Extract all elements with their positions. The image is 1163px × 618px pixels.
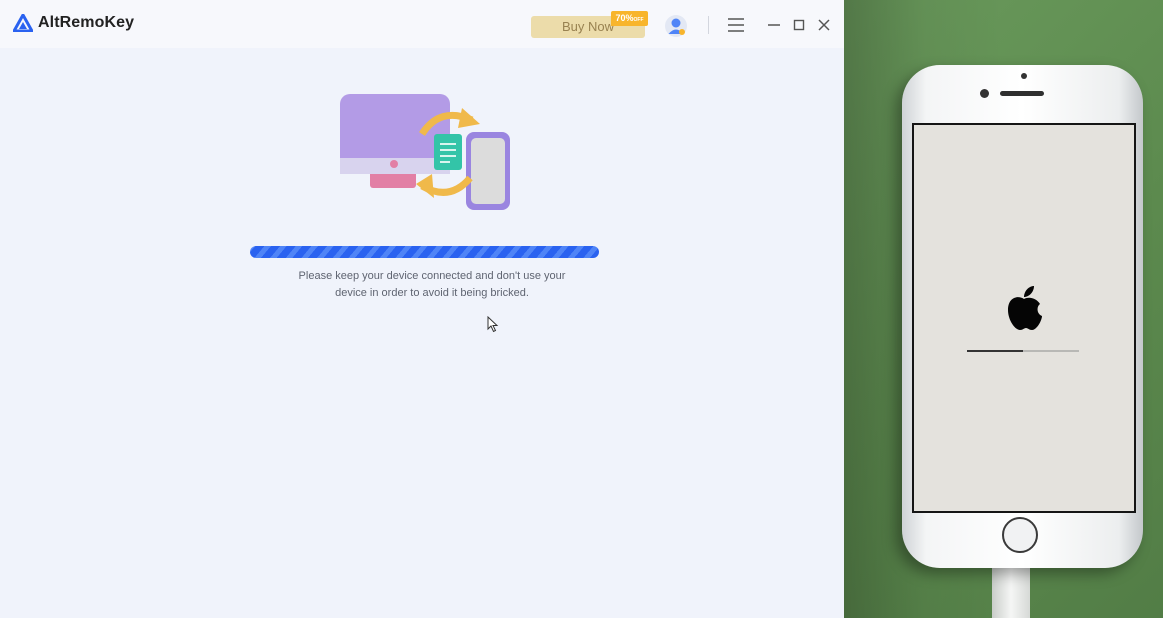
- menu-icon[interactable]: [725, 14, 747, 36]
- status-message-line-2: device in order to avoid it being bricke…: [335, 287, 529, 299]
- discount-value: 70%: [615, 13, 634, 23]
- discount-badge: 70%OFF: [611, 11, 648, 26]
- phone-photo: [844, 0, 1163, 618]
- logo-icon: [13, 14, 33, 32]
- minimize-icon[interactable]: [763, 14, 785, 36]
- discount-suffix: OFF: [633, 17, 644, 23]
- earpiece-speaker: [1000, 91, 1044, 96]
- front-camera: [980, 89, 989, 98]
- progress-bar: [250, 246, 599, 258]
- mouse-cursor-icon: [487, 316, 499, 333]
- status-message: Please keep your device connected and do…: [282, 268, 582, 302]
- close-icon[interactable]: [813, 14, 835, 36]
- app-window: AltRemoKey Buy Now 70%OFF Please keep yo…: [0, 0, 844, 618]
- app-logo: AltRemoKey: [13, 14, 134, 32]
- app-name: AltRemoKey: [38, 14, 135, 31]
- divider: [708, 16, 709, 34]
- computer-phone-transfer-illustration: [340, 94, 510, 210]
- boot-progress-bar: [967, 350, 1079, 352]
- phone-screen: [912, 123, 1136, 513]
- user-avatar-icon[interactable]: [664, 14, 688, 38]
- title-bar: AltRemoKey Buy Now 70%OFF: [0, 0, 844, 48]
- front-sensor: [1021, 73, 1027, 79]
- home-button: [1002, 517, 1038, 553]
- charging-cable: [992, 565, 1030, 618]
- status-message-line-1: Please keep your device connected and do…: [298, 270, 566, 282]
- boot-progress-fill: [967, 350, 1023, 352]
- iphone-device: [902, 65, 1143, 568]
- apple-logo-icon: [1008, 286, 1042, 330]
- maximize-icon[interactable]: [788, 14, 810, 36]
